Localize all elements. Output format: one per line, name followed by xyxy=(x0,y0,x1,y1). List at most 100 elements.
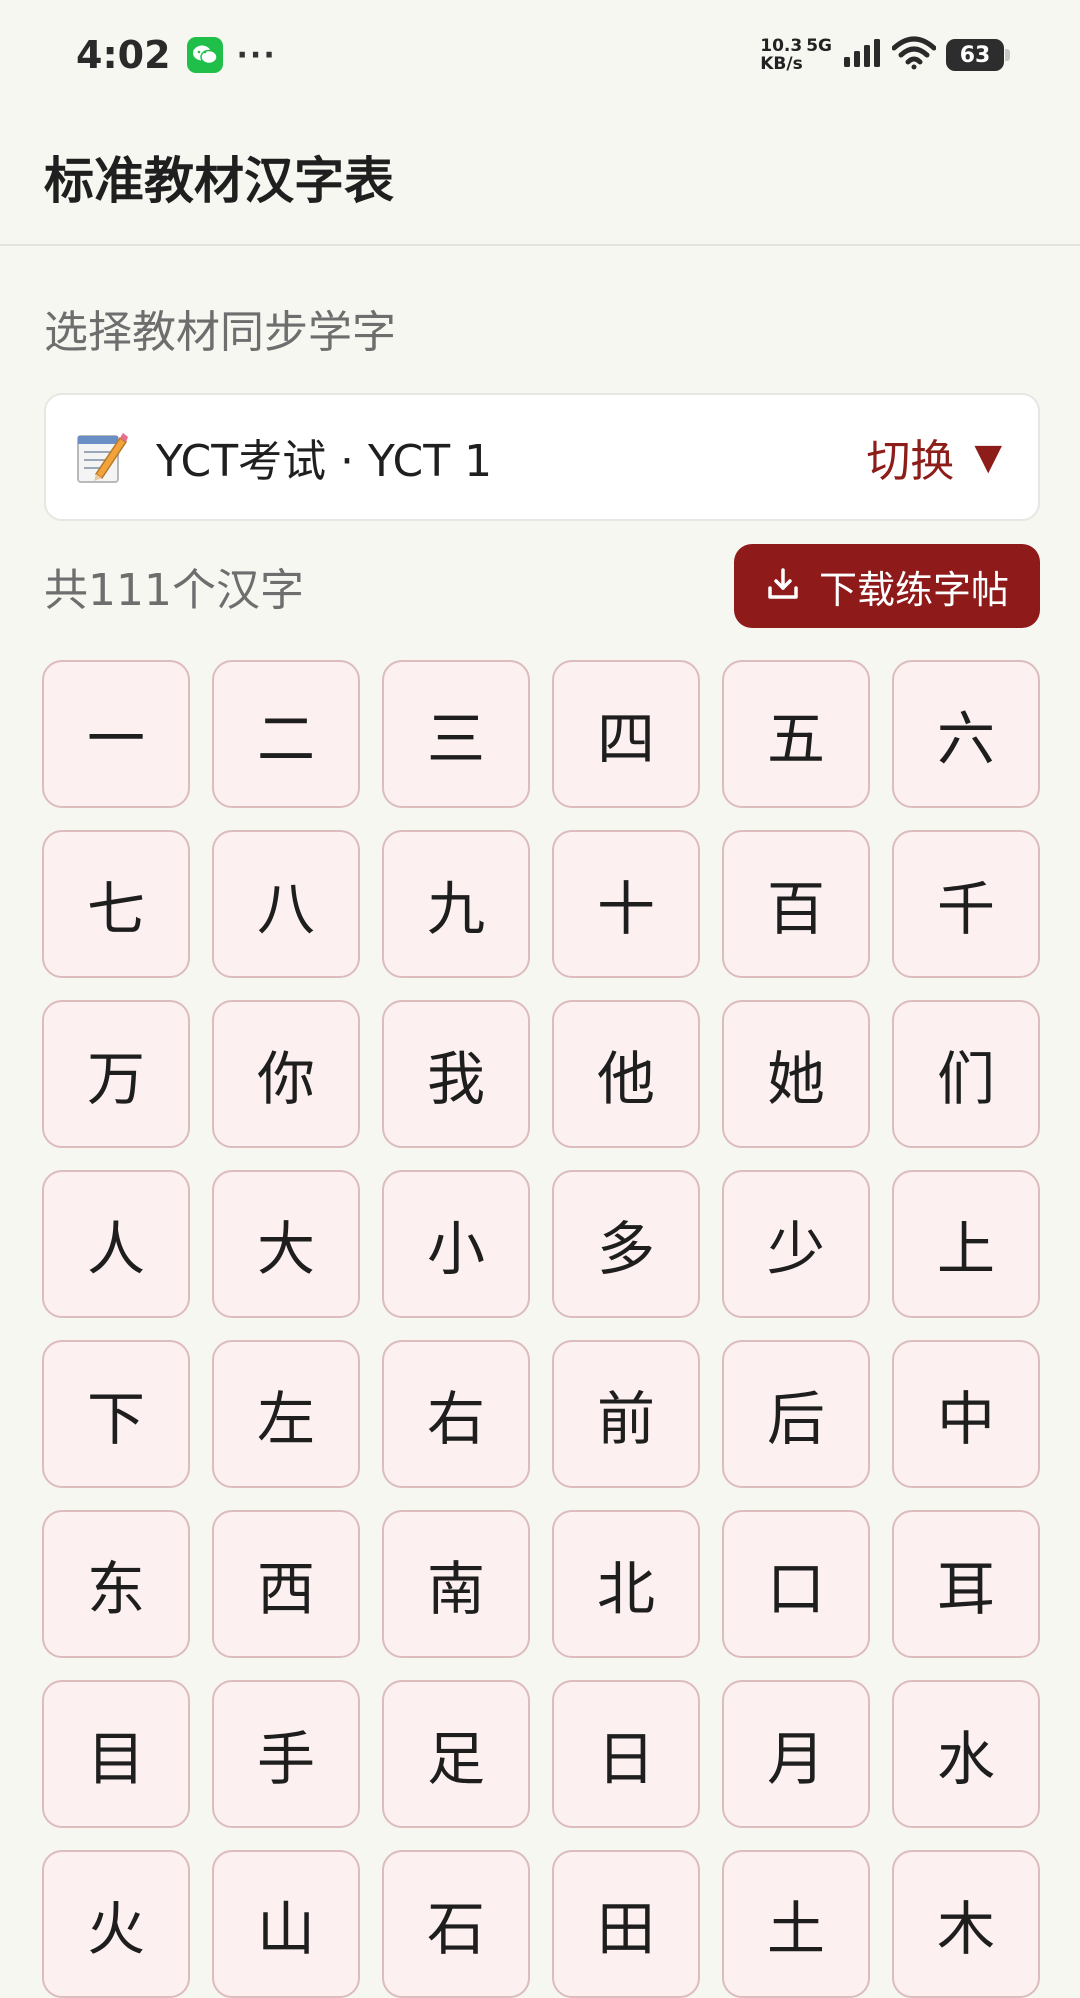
net-speed-value: 10.3 xyxy=(760,36,803,56)
character: 九 xyxy=(426,875,485,943)
signal-icon xyxy=(842,37,882,73)
triangle-down-icon: ▼ xyxy=(974,436,1002,478)
character: 十 xyxy=(596,875,655,943)
character-cell[interactable]: 六 xyxy=(892,660,1040,808)
character: 她 xyxy=(766,1045,825,1113)
character-cell[interactable]: 南 xyxy=(382,1510,530,1658)
character: 少 xyxy=(766,1215,825,1283)
character: 大 xyxy=(256,1215,315,1283)
textbook-selector[interactable]: YCT考试 · YCT 1 切换 ▼ xyxy=(44,393,1040,521)
character: 北 xyxy=(596,1555,655,1623)
wifi-icon xyxy=(891,36,937,74)
character-cell[interactable]: 少 xyxy=(722,1170,870,1318)
character-cell[interactable]: 我 xyxy=(382,1000,530,1148)
character: 西 xyxy=(256,1555,315,1623)
section-subtitle: 选择教材同步学字 xyxy=(44,307,396,358)
character: 他 xyxy=(596,1045,655,1113)
character: 日 xyxy=(596,1725,655,1793)
character: 土 xyxy=(766,1895,825,1963)
download-practice-sheet-button[interactable]: 下载练字帖 xyxy=(734,544,1040,628)
character-cell[interactable]: 石 xyxy=(382,1850,530,1998)
character-cell[interactable]: 木 xyxy=(892,1850,1040,1998)
net-speed-unit: KB/s xyxy=(760,54,803,74)
character-grid: 一 二 三 四 五 六 七 八 九 十 百 千 万 你 我 他 她 们 人 大 … xyxy=(42,660,1042,1998)
download-icon xyxy=(765,566,801,606)
character: 火 xyxy=(86,1895,145,1963)
character-cell[interactable]: 前 xyxy=(552,1340,700,1488)
character: 人 xyxy=(86,1215,145,1283)
character-cell[interactable]: 千 xyxy=(892,830,1040,978)
character: 七 xyxy=(86,875,145,943)
character: 田 xyxy=(596,1895,655,1963)
character: 们 xyxy=(936,1045,995,1113)
battery-level: 63 xyxy=(959,42,991,68)
character-cell[interactable]: 九 xyxy=(382,830,530,978)
character-cell[interactable]: 东 xyxy=(42,1510,190,1658)
character-cell[interactable]: 十 xyxy=(552,830,700,978)
character: 山 xyxy=(256,1895,315,1963)
character: 六 xyxy=(936,705,995,773)
character: 三 xyxy=(426,705,485,773)
character: 四 xyxy=(596,705,655,773)
character: 左 xyxy=(256,1385,315,1453)
character-cell[interactable]: 多 xyxy=(552,1170,700,1318)
status-indicators: 10.3 5G KB/s 63 xyxy=(760,36,1010,74)
character-cell[interactable]: 二 xyxy=(212,660,360,808)
character-cell[interactable]: 他 xyxy=(552,1000,700,1148)
character-cell[interactable]: 山 xyxy=(212,1850,360,1998)
character-cell[interactable]: 土 xyxy=(722,1850,870,1998)
character-cell[interactable]: 四 xyxy=(552,660,700,808)
character-cell[interactable]: 日 xyxy=(552,1680,700,1828)
character: 手 xyxy=(256,1725,315,1793)
character-cell[interactable]: 中 xyxy=(892,1340,1040,1488)
download-label: 下载练字帖 xyxy=(818,567,1009,612)
character: 小 xyxy=(426,1215,485,1283)
character-cell[interactable]: 七 xyxy=(42,830,190,978)
character-cell[interactable]: 足 xyxy=(382,1680,530,1828)
character: 中 xyxy=(936,1385,995,1453)
character: 耳 xyxy=(936,1555,995,1623)
character-cell[interactable]: 五 xyxy=(722,660,870,808)
character: 上 xyxy=(936,1215,995,1283)
character: 足 xyxy=(426,1725,485,1793)
character: 二 xyxy=(256,705,315,773)
character: 下 xyxy=(86,1385,145,1453)
character-cell[interactable]: 百 xyxy=(722,830,870,978)
character-cell[interactable]: 大 xyxy=(212,1170,360,1318)
character-cell[interactable]: 左 xyxy=(212,1340,360,1488)
switch-button[interactable]: 切换 ▼ xyxy=(866,425,1002,489)
character-cell[interactable]: 耳 xyxy=(892,1510,1040,1658)
character-cell[interactable]: 小 xyxy=(382,1170,530,1318)
character-cell[interactable]: 口 xyxy=(722,1510,870,1658)
character-cell[interactable]: 一 xyxy=(42,660,190,808)
network-speed: 10.3 5G KB/s xyxy=(760,37,832,73)
character: 木 xyxy=(936,1895,995,1963)
app-header: 标准教材汉字表 xyxy=(0,110,1080,246)
character-cell[interactable]: 你 xyxy=(212,1000,360,1148)
character-cell[interactable]: 后 xyxy=(722,1340,870,1488)
character-cell[interactable]: 三 xyxy=(382,660,530,808)
character-cell[interactable]: 水 xyxy=(892,1680,1040,1828)
character: 千 xyxy=(936,875,995,943)
character-cell[interactable]: 人 xyxy=(42,1170,190,1318)
character-cell[interactable]: 火 xyxy=(42,1850,190,1998)
character-cell[interactable]: 手 xyxy=(212,1680,360,1828)
character-cell[interactable]: 八 xyxy=(212,830,360,978)
character-cell[interactable]: 田 xyxy=(552,1850,700,1998)
character-cell[interactable]: 目 xyxy=(42,1680,190,1828)
character-cell[interactable]: 西 xyxy=(212,1510,360,1658)
character: 五 xyxy=(766,705,825,773)
character-cell[interactable]: 月 xyxy=(722,1680,870,1828)
count-row: 共111个汉字 下载练字帖 xyxy=(44,544,1040,628)
character-cell[interactable]: 万 xyxy=(42,1000,190,1148)
character: 一 xyxy=(86,705,145,773)
character-cell[interactable]: 下 xyxy=(42,1340,190,1488)
character-cell[interactable]: 右 xyxy=(382,1340,530,1488)
character: 水 xyxy=(936,1725,995,1793)
character-cell[interactable]: 上 xyxy=(892,1170,1040,1318)
character: 百 xyxy=(766,875,825,943)
character-cell[interactable]: 她 xyxy=(722,1000,870,1148)
character: 八 xyxy=(256,875,315,943)
character-cell[interactable]: 北 xyxy=(552,1510,700,1658)
character-cell[interactable]: 们 xyxy=(892,1000,1040,1148)
